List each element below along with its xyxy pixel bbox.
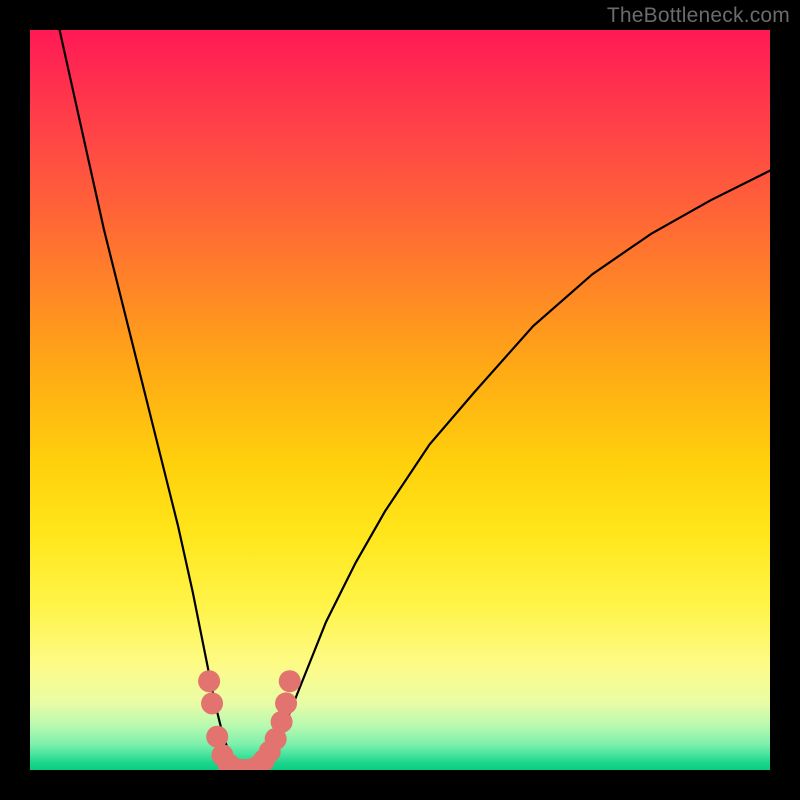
- marker-dot: [206, 726, 228, 748]
- optimal-range-markers: [198, 670, 301, 770]
- watermark-label: TheBottleneck.com: [607, 4, 790, 28]
- marker-dot: [275, 692, 297, 714]
- marker-dot: [271, 711, 293, 733]
- plot-area: [30, 30, 770, 770]
- chart-svg: [30, 30, 770, 770]
- marker-dot: [279, 670, 301, 692]
- chart-frame: TheBottleneck.com: [0, 0, 800, 800]
- marker-dot: [201, 692, 223, 714]
- marker-dot: [198, 670, 220, 692]
- bottleneck-curve: [60, 30, 770, 770]
